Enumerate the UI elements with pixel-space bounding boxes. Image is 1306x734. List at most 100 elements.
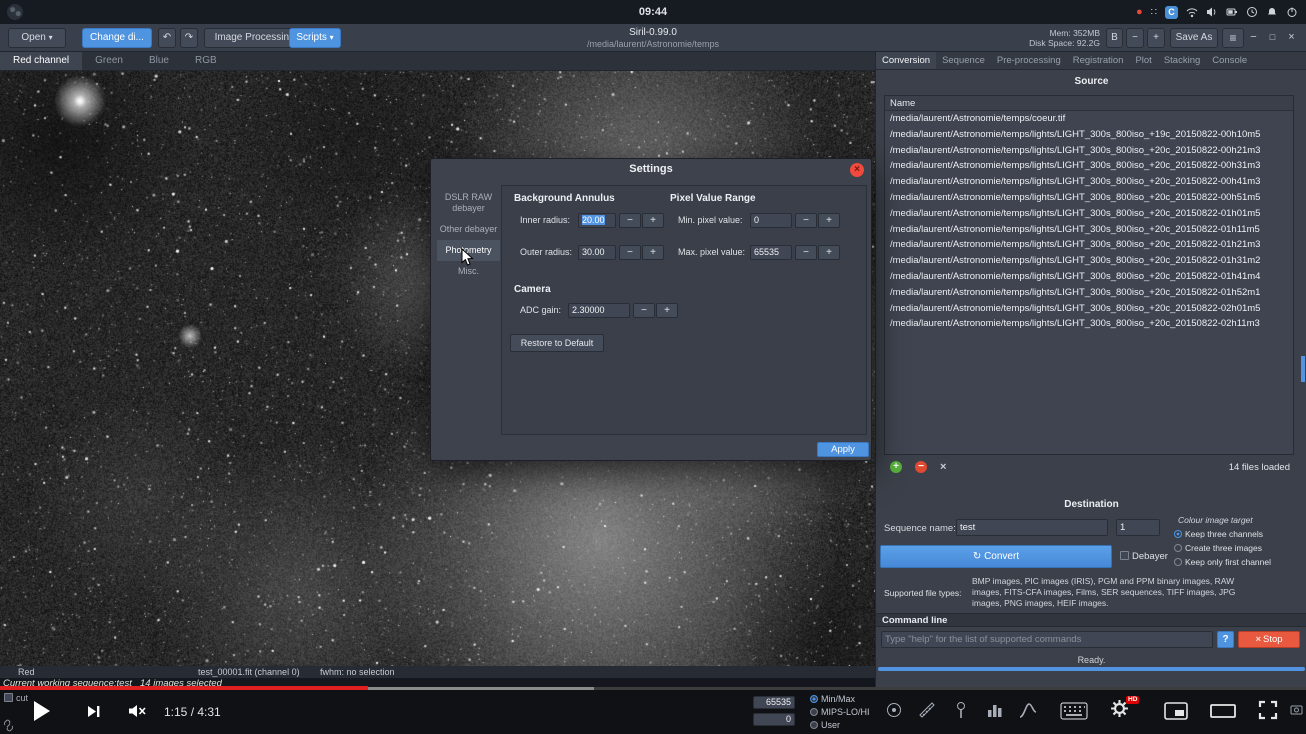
record-icon[interactable]: ●	[1136, 6, 1143, 18]
file-row[interactable]: /media/laurent/Astronomie/temps/lights/L…	[885, 269, 1293, 285]
curves-icon[interactable]	[1018, 700, 1038, 720]
wifi-icon[interactable]	[1186, 6, 1198, 18]
remove-file-icon[interactable]: −	[915, 461, 927, 473]
tab-green-channel[interactable]: Green	[82, 52, 136, 70]
close-window-button[interactable]: ×	[1283, 28, 1300, 48]
command-input[interactable]	[881, 631, 1213, 648]
zoom-out-button[interactable]: −	[1126, 28, 1144, 48]
link-icon[interactable]	[2, 719, 15, 732]
play-button[interactable]	[34, 701, 50, 721]
radio-create-three-images[interactable]: Create three images	[1174, 543, 1262, 553]
minimize-button[interactable]: −	[1245, 28, 1262, 48]
sequence-name-input[interactable]	[956, 519, 1108, 536]
max-pixel-increment[interactable]: +	[818, 245, 840, 260]
outer-radius-decrement[interactable]: −	[619, 245, 641, 260]
inner-radius-input[interactable]: 20.00	[578, 213, 616, 228]
outer-radius-increment[interactable]: +	[642, 245, 664, 260]
inner-radius-increment[interactable]: +	[642, 213, 664, 228]
undo-icon[interactable]: ↶	[158, 28, 176, 48]
apply-button[interactable]: Apply	[817, 442, 869, 457]
indicator-icon[interactable]: ∷	[1151, 7, 1157, 18]
max-pixel-decrement[interactable]: −	[795, 245, 817, 260]
radio-keep-first-channel[interactable]: Keep only first channel	[1174, 557, 1271, 567]
min-pixel-decrement[interactable]: −	[795, 213, 817, 228]
min-pixel-input[interactable]: 0	[750, 213, 792, 228]
file-row[interactable]: /media/laurent/Astronomie/temps/lights/L…	[885, 285, 1293, 301]
adc-gain-input[interactable]: 2.30000	[568, 303, 630, 318]
zoom-in-button[interactable]: +	[1147, 28, 1165, 48]
file-row[interactable]: /media/laurent/Astronomie/temps/lights/L…	[885, 190, 1293, 206]
file-row[interactable]: /media/laurent/Astronomie/temps/lights/L…	[885, 301, 1293, 317]
dialog-close-icon[interactable]: ×	[850, 163, 864, 177]
tab-stacking[interactable]: Stacking	[1158, 52, 1206, 69]
add-files-icon[interactable]: +	[890, 461, 902, 473]
radio-keep-three-channels[interactable]: Keep three channels	[1174, 529, 1263, 539]
file-row[interactable]: /media/laurent/Astronomie/temps/lights/L…	[885, 127, 1293, 143]
scripts-button[interactable]: Scripts ▾	[289, 28, 341, 48]
min-pixel-increment[interactable]: +	[818, 213, 840, 228]
tab-registration[interactable]: Registration	[1067, 52, 1130, 69]
power-icon[interactable]	[1286, 6, 1298, 18]
snapshot-icon[interactable]	[1290, 704, 1303, 715]
battery-icon[interactable]	[1226, 6, 1238, 18]
file-row[interactable]: /media/laurent/Astronomie/temps/lights/L…	[885, 253, 1293, 269]
video-scrubber[interactable]	[0, 686, 1306, 690]
radio-mips-lo-hi[interactable]: MIPS-LO/HI	[810, 707, 870, 717]
maximize-button[interactable]: □	[1264, 28, 1281, 48]
save-as-button[interactable]: Save As	[1170, 28, 1218, 48]
miniplayer-icon[interactable]	[1164, 702, 1188, 720]
source-file-list[interactable]: Name /media/laurent/Astronomie/temps/coe…	[884, 95, 1294, 455]
file-row[interactable]: /media/laurent/Astronomie/temps/lights/L…	[885, 143, 1293, 159]
hamburger-menu-icon[interactable]: ≡	[1222, 28, 1244, 48]
file-row[interactable]: /media/laurent/Astronomie/temps/lights/L…	[885, 222, 1293, 238]
file-row[interactable]: /media/laurent/Astronomie/temps/lights/L…	[885, 237, 1293, 253]
file-row[interactable]: /media/laurent/Astronomie/temps/lights/L…	[885, 316, 1293, 332]
file-row[interactable]: /media/laurent/Astronomie/temps/lights/L…	[885, 158, 1293, 174]
help-button[interactable]: ?	[1217, 631, 1234, 648]
tab-red-channel[interactable]: Red channel	[0, 52, 82, 70]
tab-conversion[interactable]: Conversion	[876, 52, 936, 69]
tab-rgb-channel[interactable]: RGB	[182, 52, 230, 70]
stop-button[interactable]: × Stop	[1238, 631, 1300, 648]
keyboard-icon[interactable]	[1060, 702, 1088, 720]
max-pixel-input[interactable]: 65535	[750, 245, 792, 260]
volume-icon[interactable]	[1206, 6, 1218, 18]
convert-button[interactable]: ↻ Convert	[880, 545, 1112, 568]
next-video-button[interactable]	[86, 704, 101, 719]
volume-muted-icon[interactable]	[128, 703, 148, 719]
tab-other-debayer[interactable]: Other debayer	[437, 219, 500, 240]
theater-mode-icon[interactable]	[1210, 704, 1236, 718]
tab-blue-channel[interactable]: Blue	[136, 52, 182, 70]
histogram-icon[interactable]	[985, 700, 1005, 720]
file-row[interactable]: /media/laurent/Astronomie/temps/lights/L…	[885, 206, 1293, 222]
clock-icon[interactable]	[1246, 6, 1258, 18]
debayer-checkbox[interactable]: Debayer	[1120, 551, 1168, 562]
outer-radius-input[interactable]: 30.00	[578, 245, 616, 260]
restore-default-button[interactable]: Restore to Default	[510, 334, 604, 352]
tilt-measure-icon[interactable]	[917, 700, 937, 720]
clock[interactable]: 09:44	[0, 0, 1306, 24]
tab-sequence[interactable]: Sequence	[936, 52, 991, 69]
radio-minmax[interactable]: Min/Max	[810, 694, 855, 704]
bell-icon[interactable]	[1266, 6, 1278, 18]
photometry-aperture-icon[interactable]	[884, 700, 904, 720]
cut-checkbox[interactable]: cut	[4, 693, 28, 703]
radio-user[interactable]: User	[810, 720, 840, 730]
start-index-input[interactable]	[1116, 519, 1160, 536]
adc-gain-decrement[interactable]: −	[633, 303, 655, 318]
redo-icon[interactable]: ↷	[180, 28, 198, 48]
tab-pre-processing[interactable]: Pre-processing	[991, 52, 1067, 69]
chrome-icon[interactable]: C	[1165, 6, 1178, 19]
lo-cut-value[interactable]: 0	[753, 713, 795, 726]
adc-gain-increment[interactable]: +	[656, 303, 678, 318]
scrollbar-thumb[interactable]	[1301, 356, 1305, 382]
name-column-header[interactable]: Name	[885, 96, 1293, 111]
open-button[interactable]: Open ▾	[8, 28, 66, 48]
tab-dslr-raw-debayer[interactable]: DSLR RAW debayer	[437, 187, 500, 219]
change-dir-button[interactable]: Change di...	[82, 28, 152, 48]
inner-radius-decrement[interactable]: −	[619, 213, 641, 228]
fullscreen-icon[interactable]	[1258, 700, 1278, 720]
pin-icon[interactable]	[951, 700, 971, 720]
file-row[interactable]: /media/laurent/Astronomie/temps/coeur.ti…	[885, 111, 1293, 127]
hi-cut-value[interactable]: 65535	[753, 696, 795, 709]
